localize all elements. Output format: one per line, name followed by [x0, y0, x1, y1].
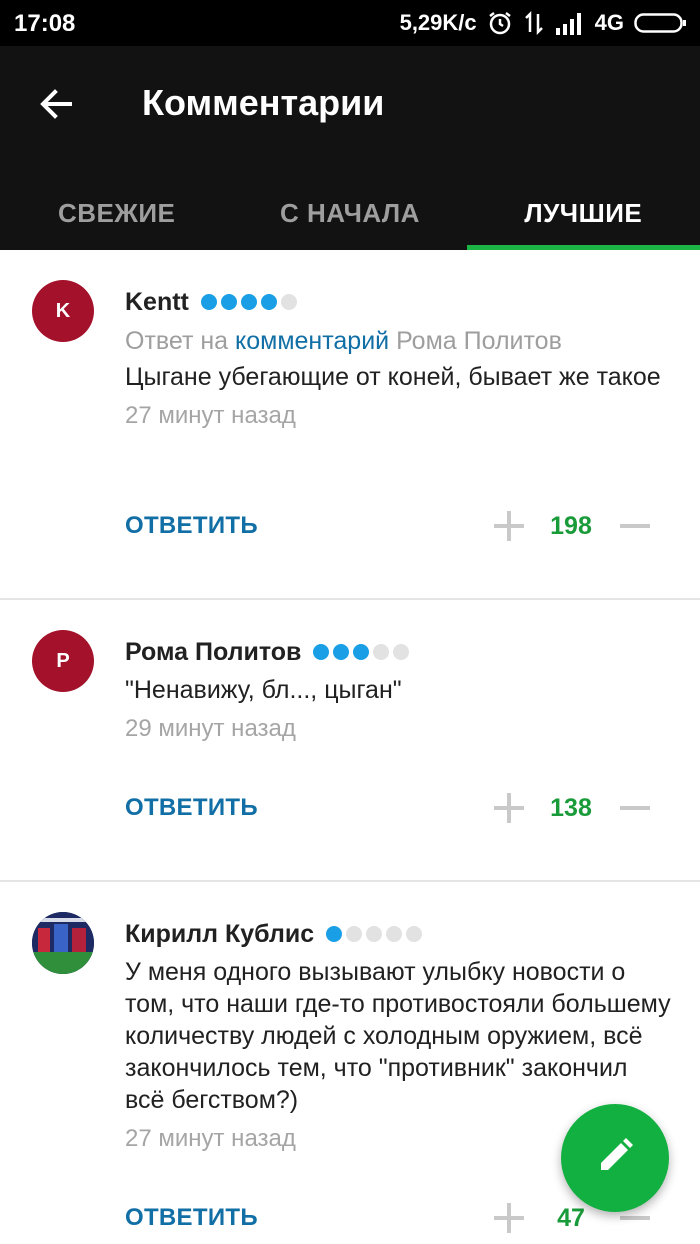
pencil-icon	[595, 1136, 635, 1181]
app-bar: Комментарии СВЕЖИЕ С НАЧАЛА ЛУЧШИЕ	[0, 46, 700, 250]
rating-dot	[313, 644, 330, 660]
avatar-photo	[32, 912, 94, 974]
comment-score: 198	[550, 512, 592, 540]
reply-reference: Ответ на комментарий Рома Политов	[125, 323, 672, 359]
status-bar: 17:08 5,29K/c 4G	[0, 0, 700, 46]
rating-dot	[200, 294, 217, 310]
data-transfer-icon	[523, 10, 545, 36]
tab-best[interactable]: ЛУЧШИЕ	[466, 176, 700, 250]
battery-icon	[634, 11, 688, 35]
comment-body: Kentt Ответ на комментарий Рома Политов …	[125, 284, 672, 433]
rating-dot	[240, 294, 257, 310]
tab-fresh[interactable]: СВЕЖИЕ	[0, 176, 233, 250]
upvote-icon[interactable]	[494, 793, 524, 823]
avatar[interactable]	[32, 912, 94, 974]
reply-button[interactable]: ОТВЕТИТЬ	[125, 512, 258, 540]
rating-dot	[373, 644, 390, 660]
comment-text: "Ненавижу, бл..., цыган"	[125, 676, 402, 704]
comment-text: У меня одного вызывают улыбку новости о …	[125, 958, 671, 1114]
alarm-icon	[487, 10, 513, 36]
arrow-back-icon	[38, 86, 74, 127]
status-time: 17:08	[14, 10, 76, 37]
comment-time: 29 минут назад	[125, 715, 296, 742]
upvote-icon[interactable]	[494, 511, 524, 541]
rating-dot	[260, 294, 277, 310]
reply-author: Рома Политов	[396, 327, 562, 355]
reply-button[interactable]: ОТВЕТИТЬ	[125, 1204, 258, 1232]
comment-body: Рома Политов "Ненавижу, бл..., цыган" 29…	[125, 634, 672, 746]
page-title: Комментарии	[142, 82, 385, 123]
rating-dot	[386, 926, 403, 942]
comment-item: K Kentt Ответ на комментарий Рома Полито…	[0, 250, 700, 600]
rating-dot	[366, 926, 383, 942]
rating-dot	[393, 644, 410, 660]
rating-dot	[333, 644, 350, 660]
reply-prefix: Ответ на	[125, 327, 229, 355]
tab-bar: СВЕЖИЕ С НАЧАЛА ЛУЧШИЕ	[0, 176, 700, 250]
network-speed: 5,29K/c	[399, 10, 477, 35]
avatar[interactable]: K	[32, 280, 94, 342]
comment-score: 138	[550, 794, 592, 822]
comment-text: Цыгане убегающие от коней, бывает же так…	[125, 363, 661, 391]
rating-dot	[406, 926, 423, 942]
back-button[interactable]	[28, 78, 84, 134]
downvote-icon[interactable]	[620, 806, 650, 810]
rating-dot	[220, 294, 237, 310]
status-indicators: 5,29K/c 4G	[400, 8, 688, 38]
comment-author[interactable]: Рома Политов	[125, 638, 301, 667]
author-rating	[313, 644, 410, 660]
signal-icon	[555, 11, 585, 35]
comment-author[interactable]: Kentt	[125, 288, 189, 317]
comment-item: P Рома Политов "Ненавижу, бл..., цыган" …	[0, 600, 700, 882]
rating-dot	[353, 644, 370, 660]
author-rating	[326, 926, 423, 942]
rating-dot	[326, 926, 343, 942]
tab-from-start[interactable]: С НАЧАЛА	[233, 176, 466, 250]
reply-comment-link[interactable]: комментарий	[235, 327, 389, 355]
downvote-icon[interactable]	[620, 524, 650, 528]
author-rating	[200, 294, 297, 310]
rating-dot	[346, 926, 363, 942]
comment-author[interactable]: Кирилл Кублис	[125, 920, 314, 949]
reply-button[interactable]: ОТВЕТИТЬ	[125, 794, 258, 822]
upvote-icon[interactable]	[494, 1203, 524, 1233]
comment-time: 27 минут назад	[125, 402, 296, 429]
rating-dot	[280, 294, 297, 310]
comments-feed[interactable]: K Kentt Ответ на комментарий Рома Полито…	[0, 250, 700, 1244]
downvote-icon[interactable]	[620, 1216, 650, 1220]
write-comment-button[interactable]	[561, 1104, 669, 1212]
network-type: 4G	[594, 10, 624, 35]
avatar[interactable]: P	[32, 630, 94, 692]
